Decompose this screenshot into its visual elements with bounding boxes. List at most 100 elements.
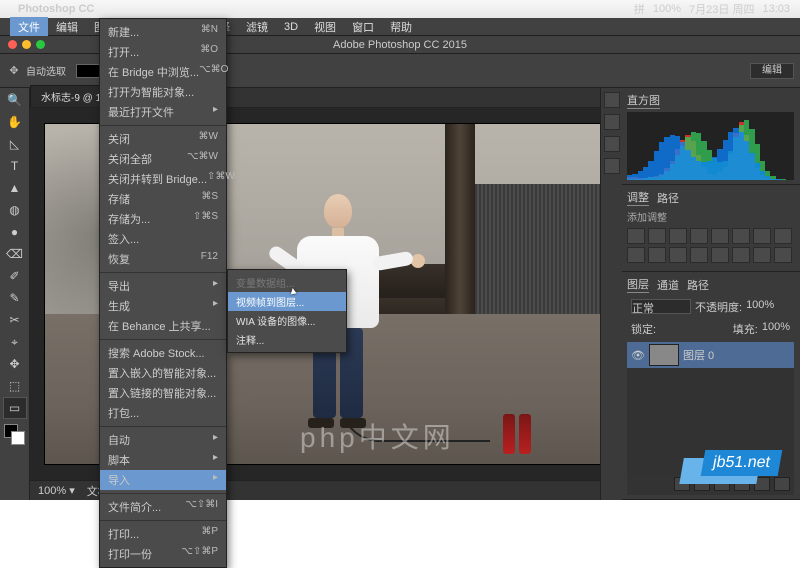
minimize-icon[interactable]	[22, 40, 31, 49]
menuitem[interactable]: 存储⌘S	[100, 189, 226, 209]
menu-帮助[interactable]: 帮助	[382, 17, 420, 37]
layer-row[interactable]: 👁 图层 0	[627, 342, 794, 368]
adjustment-icon[interactable]	[774, 247, 792, 263]
menuitem[interactable]: 关闭并转到 Bridge...⇧⌘W	[100, 169, 226, 189]
menuitem[interactable]: 导入	[100, 470, 226, 490]
opacity-value[interactable]: 100%	[746, 299, 774, 315]
menu-编辑[interactable]: 编辑	[48, 17, 86, 37]
submenu-item[interactable]: 视频帧到图层...	[228, 292, 346, 311]
layer-action-icon[interactable]	[774, 477, 790, 491]
menuitem[interactable]: 在 Behance 上共享...	[100, 316, 226, 336]
adjustment-icon[interactable]	[711, 247, 729, 263]
menuitem[interactable]: 置入链接的智能对象...	[100, 383, 226, 403]
paths-tab[interactable]: 路径	[687, 277, 709, 293]
zoom-icon[interactable]	[36, 40, 45, 49]
tool-11[interactable]: T	[4, 156, 26, 176]
tool-14[interactable]: 🔍	[4, 90, 26, 110]
menuitem[interactable]: 自动	[100, 430, 226, 450]
adjustment-icon[interactable]	[648, 228, 666, 244]
menu-滤镜[interactable]: 滤镜	[238, 17, 276, 37]
adjustment-icon[interactable]	[648, 247, 666, 263]
visibility-icon[interactable]: 👁	[631, 349, 645, 362]
adjustment-icon[interactable]	[774, 228, 792, 244]
panel-dock-strip[interactable]	[600, 88, 622, 500]
tool-8[interactable]: ●	[4, 222, 26, 242]
channels-tab[interactable]: 通道	[657, 277, 679, 293]
adjustment-icon[interactable]	[732, 247, 750, 263]
actions-icon[interactable]	[604, 114, 620, 130]
tool-3[interactable]: ⌖	[4, 332, 26, 352]
color-chips[interactable]	[4, 424, 26, 446]
app-name[interactable]: Photoshop CC	[18, 3, 94, 15]
blend-mode-select[interactable]: 正常	[631, 299, 691, 314]
history-icon[interactable]	[604, 92, 620, 108]
adjustment-icon[interactable]	[753, 247, 771, 263]
adjustments-tab[interactable]: 调整	[627, 189, 649, 206]
adjustment-icon[interactable]	[690, 247, 708, 263]
properties-icon[interactable]	[604, 136, 620, 152]
menu-3D[interactable]: 3D	[276, 19, 306, 35]
layer-action-icon[interactable]	[734, 477, 750, 491]
layer-action-icon[interactable]	[674, 477, 690, 491]
menuitem[interactable]: 新建...⌘N	[100, 22, 226, 42]
layers-tab[interactable]: 图层	[627, 276, 649, 293]
zoom-level[interactable]: 100%	[38, 484, 75, 497]
tool-1[interactable]: ⬚	[4, 376, 26, 396]
menuitem[interactable]: 关闭全部⌥⌘W	[100, 149, 226, 169]
file-menu[interactable]: 新建...⌘N打开...⌘O在 Bridge 中浏览...⌥⌘O打开为智能对象.…	[99, 18, 227, 568]
menuitem[interactable]: 打开...⌘O	[100, 42, 226, 62]
tool-6[interactable]: ✐	[4, 266, 26, 286]
adjustment-icon[interactable]	[627, 247, 645, 263]
adjustment-icon[interactable]	[732, 228, 750, 244]
menuitem[interactable]: 打开为智能对象...	[100, 82, 226, 102]
menu-窗口[interactable]: 窗口	[344, 17, 382, 37]
menuitem[interactable]: 生成	[100, 296, 226, 316]
menuitem[interactable]: 最近打开文件	[100, 102, 226, 122]
tool-10[interactable]: ▲	[4, 178, 26, 198]
tool-7[interactable]: ⌫	[4, 244, 26, 264]
fill-value[interactable]: 100%	[762, 321, 790, 337]
tool-2[interactable]: ✥	[4, 354, 26, 374]
adjustment-icon[interactable]	[669, 247, 687, 263]
histogram-tab[interactable]: 直方图	[627, 92, 660, 109]
menuitem[interactable]: 在 Bridge 中浏览...⌥⌘O	[100, 62, 226, 82]
layer-action-icon[interactable]	[694, 477, 710, 491]
menuitem[interactable]: 打印一份⌥⇧⌘P	[100, 544, 226, 564]
ime-indicator[interactable]: 拼	[634, 1, 645, 17]
submenu-item[interactable]: WIA 设备的图像...	[228, 311, 346, 330]
import-submenu[interactable]: 变量数据组...视频帧到图层...WIA 设备的图像...注释...	[227, 269, 347, 353]
menuitem[interactable]: 文件简介...⌥⇧⌘I	[100, 497, 226, 517]
character-icon[interactable]	[604, 158, 620, 174]
menuitem[interactable]: 置入嵌入的智能对象...	[100, 363, 226, 383]
options-right-button[interactable]: 编辑	[750, 63, 794, 79]
close-icon[interactable]	[8, 40, 17, 49]
layer-name[interactable]: 图层 0	[683, 347, 714, 363]
tool-13[interactable]: ✋	[4, 112, 26, 132]
watermark-site: jb51.net	[701, 450, 783, 476]
adjustment-icon[interactable]	[627, 228, 645, 244]
menuitem[interactable]: 打印...⌘P	[100, 524, 226, 544]
battery-indicator[interactable]: 100%	[653, 3, 681, 15]
layer-action-icon[interactable]	[754, 477, 770, 491]
adjustment-icon[interactable]	[711, 228, 729, 244]
layer-action-icon[interactable]	[714, 477, 730, 491]
traffic-lights[interactable]	[8, 40, 45, 49]
adjustment-icon[interactable]	[690, 228, 708, 244]
adjustment-icon[interactable]	[753, 228, 771, 244]
layer-thumb[interactable]	[649, 344, 679, 366]
submenu-item[interactable]: 注释...	[228, 330, 346, 349]
tool-4[interactable]: ✂	[4, 310, 26, 330]
auto-select-label[interactable]: 自动选取	[26, 63, 66, 78]
tool-0[interactable]: ▭	[4, 398, 26, 418]
tool-5[interactable]: ✎	[4, 288, 26, 308]
menuitem[interactable]: 导出	[100, 276, 226, 296]
adjustment-icon[interactable]	[669, 228, 687, 244]
menuitem[interactable]: 脚本	[100, 450, 226, 470]
menuitem[interactable]: 存储为...⇧⌘S	[100, 209, 226, 229]
tool-9[interactable]: ◍	[4, 200, 26, 220]
menuitem[interactable]: 搜索 Adobe Stock...	[100, 343, 226, 363]
menuitem[interactable]: 关闭⌘W	[100, 129, 226, 149]
menu-视图[interactable]: 视图	[306, 17, 344, 37]
tool-12[interactable]: ◺	[4, 134, 26, 154]
menu-文件[interactable]: 文件	[10, 17, 48, 37]
